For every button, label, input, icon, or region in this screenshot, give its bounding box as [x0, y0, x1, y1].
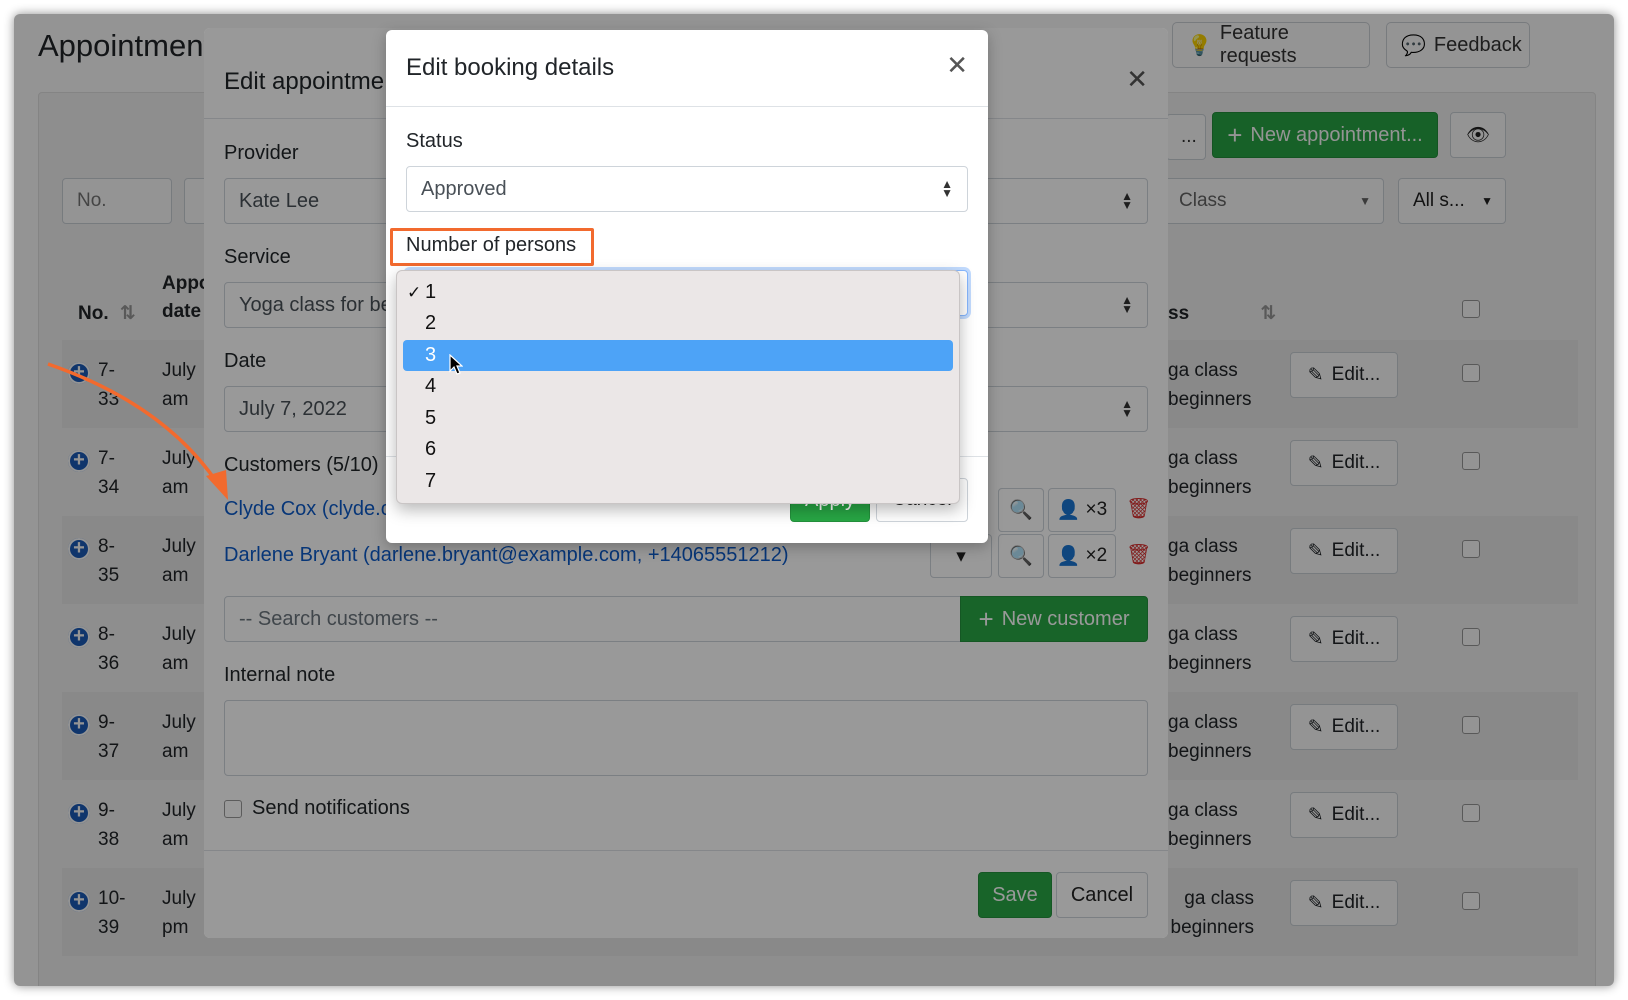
dropdown-option[interactable]: 4 — [403, 371, 953, 402]
divider — [386, 106, 988, 107]
app-window: Appointments 💡 Feature requests 💬 Feedba… — [14, 14, 1614, 986]
close-icon[interactable]: ✕ — [946, 50, 968, 81]
dropdown-option[interactable]: ✓ 1 — [403, 277, 953, 308]
dropdown-option[interactable]: 6 — [403, 434, 953, 465]
dropdown-option[interactable]: 7 — [403, 466, 953, 497]
checkmark-icon: ✓ — [407, 282, 422, 302]
number-of-persons-label: Number of persons — [406, 234, 577, 256]
number-of-persons-dropdown[interactable]: ✓ 1 2 3 4 5 6 7 — [396, 270, 960, 504]
select-arrows-icon: ▲ ▼ — [941, 177, 953, 200]
modal-title: Edit booking details — [406, 54, 615, 81]
dropdown-option-highlighted[interactable]: 3 — [403, 340, 953, 375]
dropdown-option[interactable]: 2 — [403, 308, 953, 339]
dropdown-option[interactable]: 5 — [403, 403, 953, 434]
status-select[interactable]: Approved ▲ ▼ — [406, 166, 968, 212]
